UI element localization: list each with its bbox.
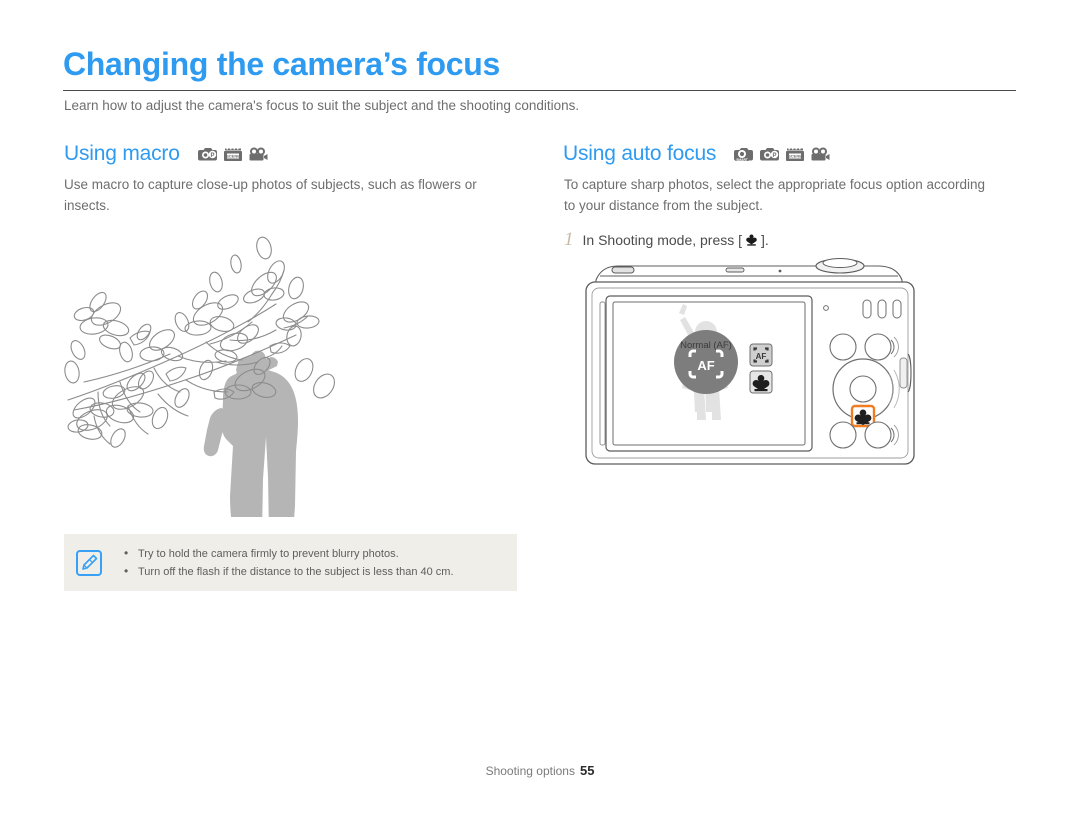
page-intro: Learn how to adjust the camera's focus t… — [64, 98, 580, 113]
photographer-silhouette — [203, 350, 298, 517]
section-body-auto-focus: To capture sharp photos, select the appr… — [564, 177, 986, 213]
mode-icon-group-macro: P SCENE — [197, 146, 268, 162]
section-heading-auto-focus: Using auto focus SMART P SCENE — [563, 142, 830, 166]
section-body-macro: Use macro to capture close-up photos of … — [64, 177, 477, 213]
page-title: Changing the camera’s focus — [63, 46, 501, 82]
af-icon: AF — [752, 346, 770, 364]
manual-page: Changing the camera’s focus Learn how to… — [0, 0, 1080, 815]
lcd-option-macro[interactable] — [749, 370, 773, 394]
note-item: Turn off the flash if the distance to th… — [124, 562, 454, 581]
step-text: In Shooting mode, press [ ]. — [583, 232, 769, 248]
top-slot — [725, 267, 745, 273]
svg-text:AF: AF — [756, 352, 767, 361]
svg-text:P: P — [210, 153, 214, 159]
step-text-after: ]. — [761, 232, 769, 248]
step-1: 1 In Shooting mode, press [ ]. — [564, 230, 769, 249]
camera-program-icon: P — [197, 147, 217, 160]
macro-flower-icon — [746, 234, 757, 246]
scene-icon: SCENE — [223, 147, 242, 161]
note-list: Try to hold the camera firmly to prevent… — [102, 544, 454, 581]
step-number: 1 — [564, 229, 574, 250]
svg-text:SMART: SMART — [736, 157, 748, 161]
section-title-macro: Using macro — [64, 142, 180, 165]
note-box: Try to hold the camera firmly to prevent… — [64, 534, 517, 591]
lcd-option-af[interactable]: AF — [749, 343, 773, 367]
scene-icon: SCENE — [786, 147, 805, 161]
focus-mode-label: Normal (AF) — [680, 340, 732, 351]
macro-scene-illustration — [64, 236, 335, 517]
movie-icon — [811, 147, 830, 160]
camera-program-icon: P — [760, 147, 780, 160]
svg-text:SCENE: SCENE — [788, 153, 802, 158]
title-divider — [63, 90, 1016, 91]
movie-icon — [249, 147, 268, 160]
svg-text:AF: AF — [697, 358, 714, 373]
step-text-before: In Shooting mode, press [ — [582, 232, 743, 248]
button-top-left[interactable] — [829, 333, 857, 361]
page-footer: Shooting options 55 — [0, 763, 1080, 778]
note-pen-icon — [76, 549, 102, 576]
microphone-hole — [778, 269, 782, 273]
svg-text:P: P — [773, 153, 777, 159]
section-heading-macro: Using macro P SCENE — [64, 142, 268, 166]
mode-icon-group-auto-focus: SMART P SCENE — [734, 146, 830, 162]
button-bottom-left[interactable] — [829, 421, 857, 449]
shutter-button — [815, 258, 865, 274]
section-title-auto-focus: Using auto focus — [563, 142, 717, 165]
power-button — [611, 266, 635, 274]
note-item: Try to hold the camera firmly to prevent… — [124, 544, 454, 563]
camera-smart-icon: SMART — [734, 147, 754, 161]
camera-back-illustration: AF Normal (AF) AF — [585, 258, 915, 465]
macro-button[interactable] — [850, 404, 876, 428]
footer-section-label: Shooting options — [485, 764, 575, 778]
svg-text:SCENE: SCENE — [226, 153, 240, 158]
footer-page-number: 55 — [579, 763, 595, 778]
